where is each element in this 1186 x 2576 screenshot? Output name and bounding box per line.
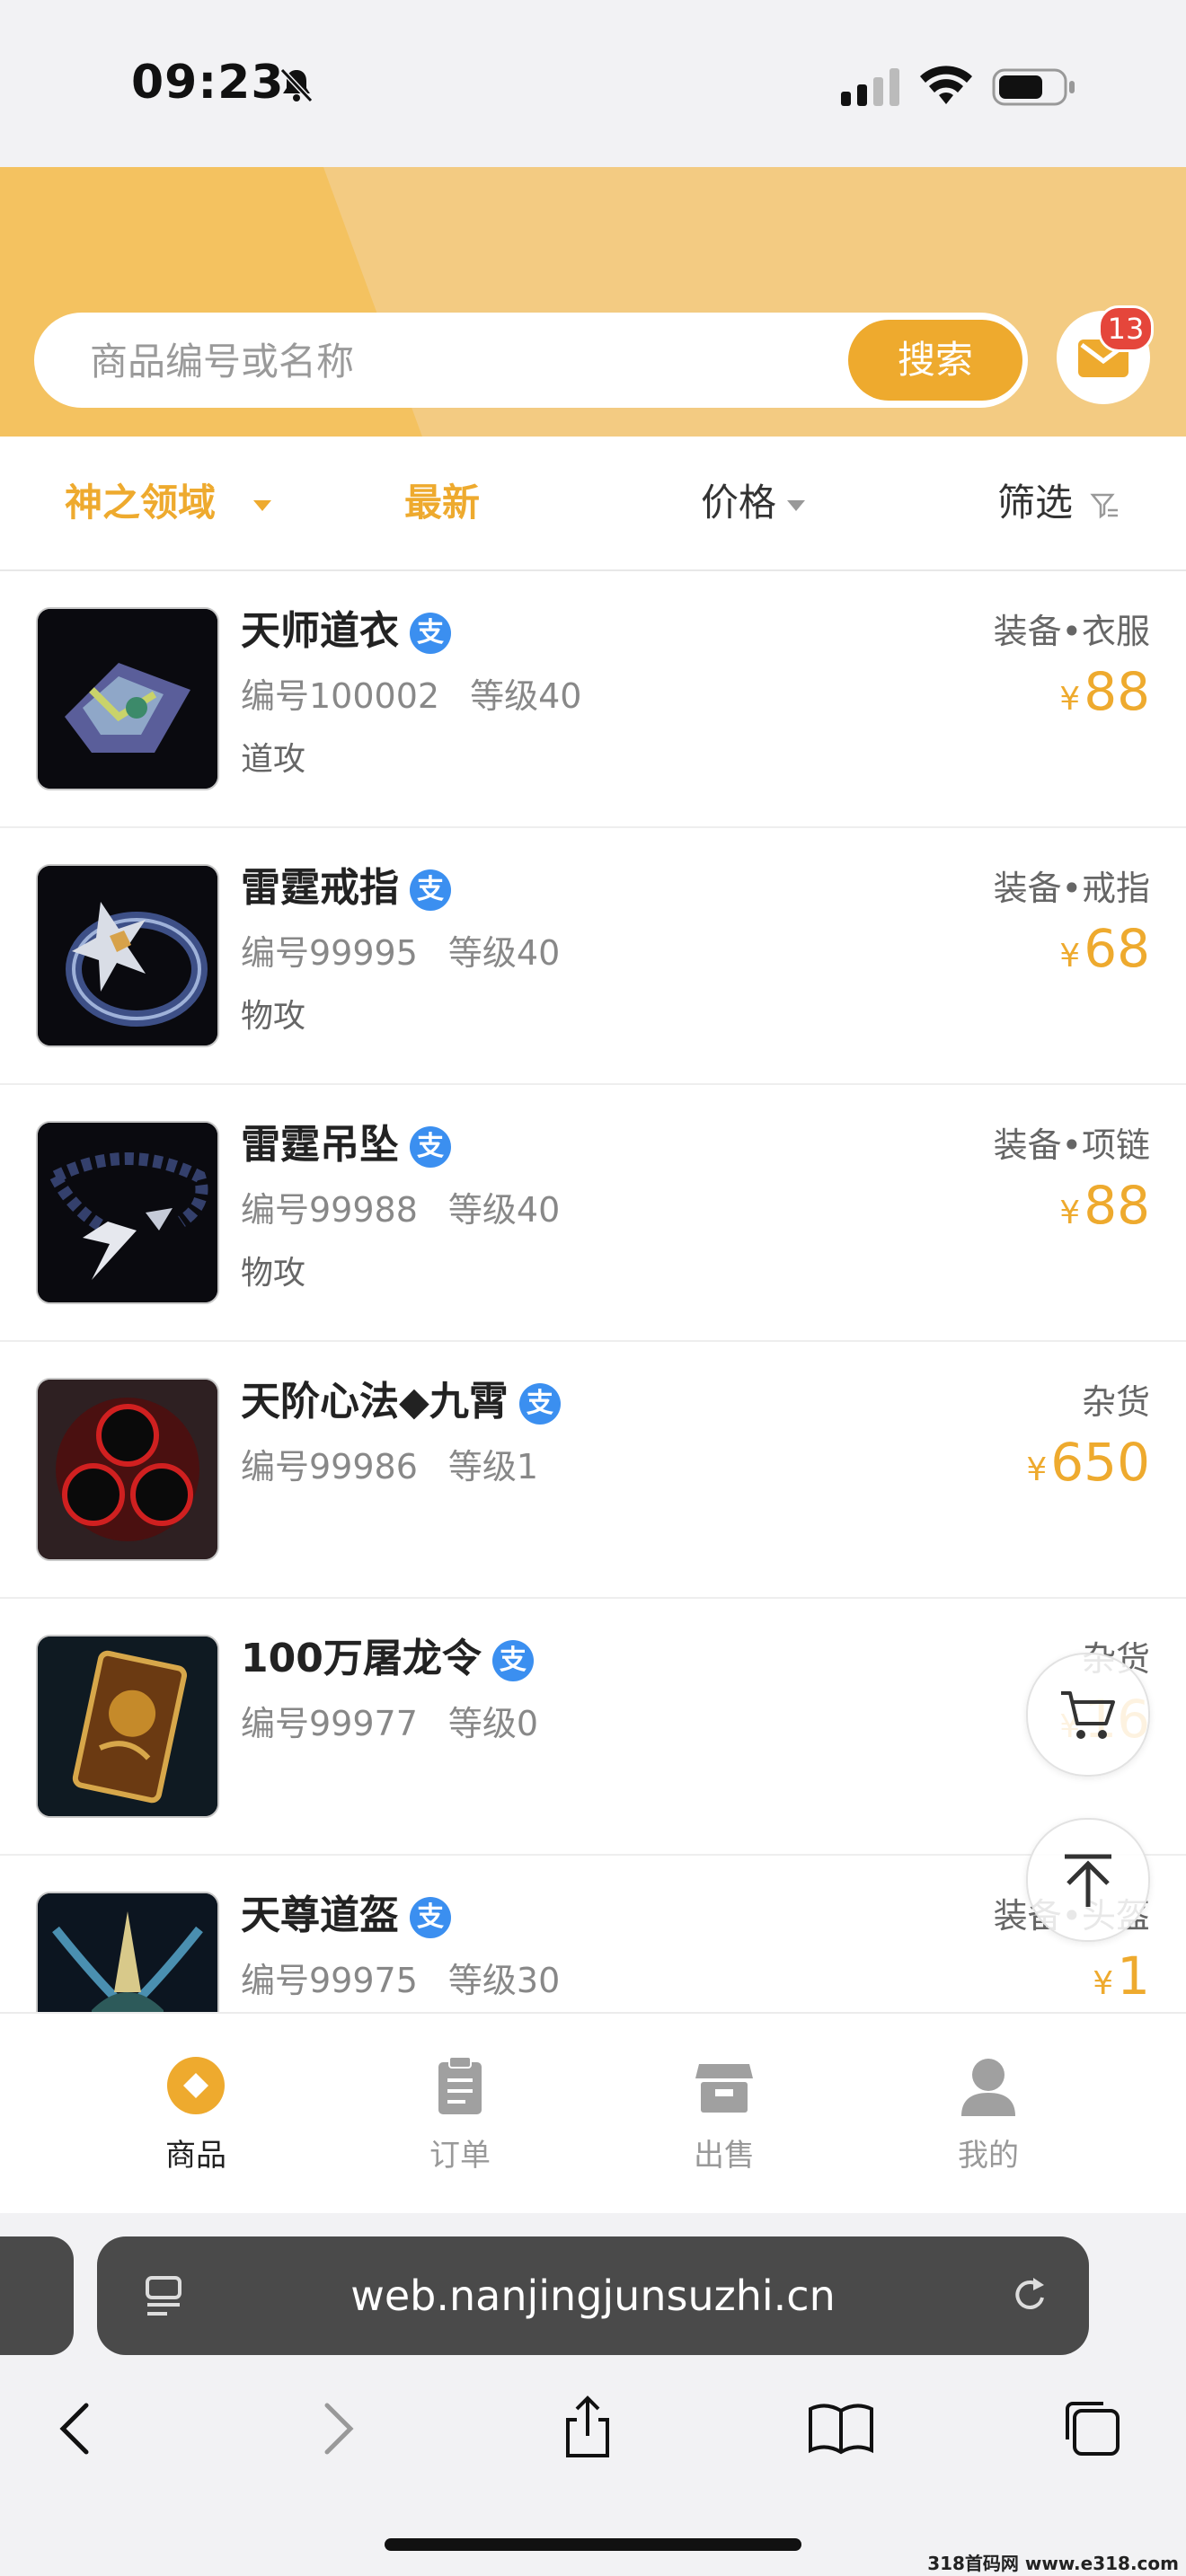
product-name: 天师道衣支	[241, 598, 451, 656]
product-price: ¥68	[1059, 918, 1150, 979]
tab-sell[interactable]: 出售	[634, 2055, 814, 2175]
alipay-icon: 支	[410, 869, 451, 911]
watermark: 318首码网 www.e318.com	[927, 2553, 1179, 2574]
caret-down-icon	[787, 499, 806, 511]
browser-chrome: web.nanjingjunsuzhi.cn	[0, 2213, 1186, 2576]
product-name: 天尊道盔支	[241, 1883, 451, 1940]
filter-region-label: 神之领域	[65, 481, 217, 525]
product-tag: 物攻	[241, 998, 306, 1035]
product-price: ¥1	[1093, 1945, 1150, 2007]
clipboard-icon	[438, 2056, 482, 2114]
bookmarks-icon[interactable]	[805, 2393, 877, 2465]
product-item[interactable]: 天尊道盔支 编号99975等级30 装备•头盔 ¥1	[0, 1856, 1186, 2012]
battery-icon	[992, 68, 1075, 106]
home-indicator	[385, 2538, 801, 2551]
share-icon[interactable]	[552, 2393, 624, 2465]
filter-screen-label: 筛选	[997, 481, 1074, 525]
product-thumbnail-skill	[36, 1378, 219, 1561]
alipay-icon: 支	[410, 1126, 451, 1168]
product-item[interactable]: 雷霆戒指支 编号99995 等级40 物攻 装备•戒指 ¥68	[0, 828, 1186, 1085]
caret-down-icon	[253, 499, 272, 511]
product-tag: 物攻	[241, 1255, 306, 1292]
forward-icon[interactable]	[300, 2393, 372, 2465]
product-item[interactable]: 雷霆吊坠支 编号99988 等级40 物攻 装备•项链 ¥88	[0, 1085, 1186, 1342]
search-button[interactable]: 搜索	[848, 320, 1022, 401]
product-thumbnail-helmet	[36, 1892, 219, 2012]
product-name: 100万屠龙令支	[241, 1626, 534, 1683]
product-meta: 编号99988 等级40	[241, 1190, 561, 1230]
filter-bar: 神之领域 最新 价格 筛选	[0, 437, 1186, 571]
bell-muted-icon	[279, 67, 314, 103]
product-name: 雷霆戒指支	[241, 855, 451, 913]
tab-label: 订单	[429, 2138, 491, 2174]
header: 搜索 13	[0, 167, 1186, 437]
alipay-icon: 支	[410, 1897, 451, 1938]
product-tag: 道攻	[241, 741, 306, 778]
tab-orders[interactable]: 订单	[370, 2055, 550, 2175]
arrow-up-to-top-icon	[1065, 1854, 1111, 1907]
search-input[interactable]	[88, 329, 810, 393]
product-category: 装备•戒指	[993, 869, 1150, 908]
alipay-icon: 支	[491, 1640, 534, 1681]
tab-goods[interactable]: 商品	[106, 2055, 286, 2175]
filter-price-label: 价格	[701, 481, 777, 525]
filter-latest[interactable]: 最新	[404, 476, 480, 530]
address-bar[interactable]: web.nanjingjunsuzhi.cn	[97, 2236, 1089, 2355]
product-meta: 编号99986 等级1	[241, 1447, 539, 1486]
tab-mine[interactable]: 我的	[898, 2055, 1078, 2175]
product-thumbnail-token	[36, 1635, 219, 1818]
product-price: ¥88	[1059, 1175, 1150, 1236]
filter-price[interactable]: 价格	[701, 476, 806, 530]
product-thumbnail-robe	[36, 607, 219, 790]
goods-icon	[167, 2057, 225, 2114]
url-text: web.nanjingjunsuzhi.cn	[350, 2272, 836, 2320]
product-item[interactable]: 天阶心法◆九霄支 编号99986 等级1 杂货 ¥650	[0, 1342, 1186, 1599]
reload-icon[interactable]	[1006, 2272, 1053, 2319]
alipay-icon: 支	[410, 613, 451, 654]
product-item[interactable]: 天师道衣支 编号100002 等级40 道攻 装备•衣服 ¥88	[0, 571, 1186, 828]
tab-label: 出售	[694, 2138, 755, 2174]
filter-screen[interactable]: 筛选	[997, 476, 1120, 530]
product-list: 天师道衣支 编号100002 等级40 道攻 装备•衣服 ¥88 雷霆戒指支 编号…	[0, 571, 1186, 2012]
product-meta: 编号99977 等级0	[241, 1704, 539, 1743]
product-category: 装备•项链	[993, 1125, 1150, 1165]
product-category: 杂货	[1081, 1382, 1150, 1422]
product-thumbnail-ring	[36, 864, 219, 1047]
product-meta: 编号99975 等级30	[241, 1961, 561, 2000]
store-icon	[695, 2064, 753, 2113]
product-name: 天阶心法◆九霄支	[241, 1369, 561, 1426]
user-icon	[961, 2059, 1015, 2116]
cellular-signal-icon	[841, 68, 899, 106]
product-price: ¥88	[1059, 661, 1150, 722]
product-thumbnail-pendant	[36, 1121, 219, 1304]
tab-label: 商品	[165, 2138, 226, 2174]
product-category: 装备•衣服	[993, 612, 1150, 651]
back-icon[interactable]	[41, 2393, 113, 2465]
cart-icon	[1061, 1691, 1115, 1739]
tabs-icon[interactable]	[1057, 2393, 1128, 2465]
cart-button[interactable]	[1026, 1653, 1150, 1777]
product-price: ¥650	[1026, 1432, 1150, 1493]
product-meta: 编号99995 等级40	[241, 933, 561, 973]
message-badge: 13	[1098, 305, 1154, 352]
bottom-tab-bar: 商品 订单 出售 我的	[0, 2012, 1186, 2215]
funnel-icon	[1090, 493, 1119, 518]
alipay-icon: 支	[518, 1383, 561, 1425]
product-name: 雷霆吊坠支	[241, 1112, 451, 1169]
product-item[interactable]: 100万屠龙令支 编号99977等级0 杂货 ¥16	[0, 1599, 1186, 1856]
wifi-icon	[920, 66, 972, 104]
previous-tab-peek[interactable]	[0, 2236, 74, 2355]
back-to-top-button[interactable]	[1026, 1818, 1150, 1942]
search-box: 搜索	[34, 313, 1028, 408]
status-bar: 09:23	[0, 0, 1186, 167]
status-time: 09:23	[131, 56, 285, 110]
product-meta: 编号100002 等级40	[241, 676, 582, 716]
filter-region[interactable]: 神之领域	[65, 476, 272, 530]
tab-label: 我的	[958, 2138, 1019, 2174]
message-button[interactable]: 13	[1057, 305, 1154, 404]
